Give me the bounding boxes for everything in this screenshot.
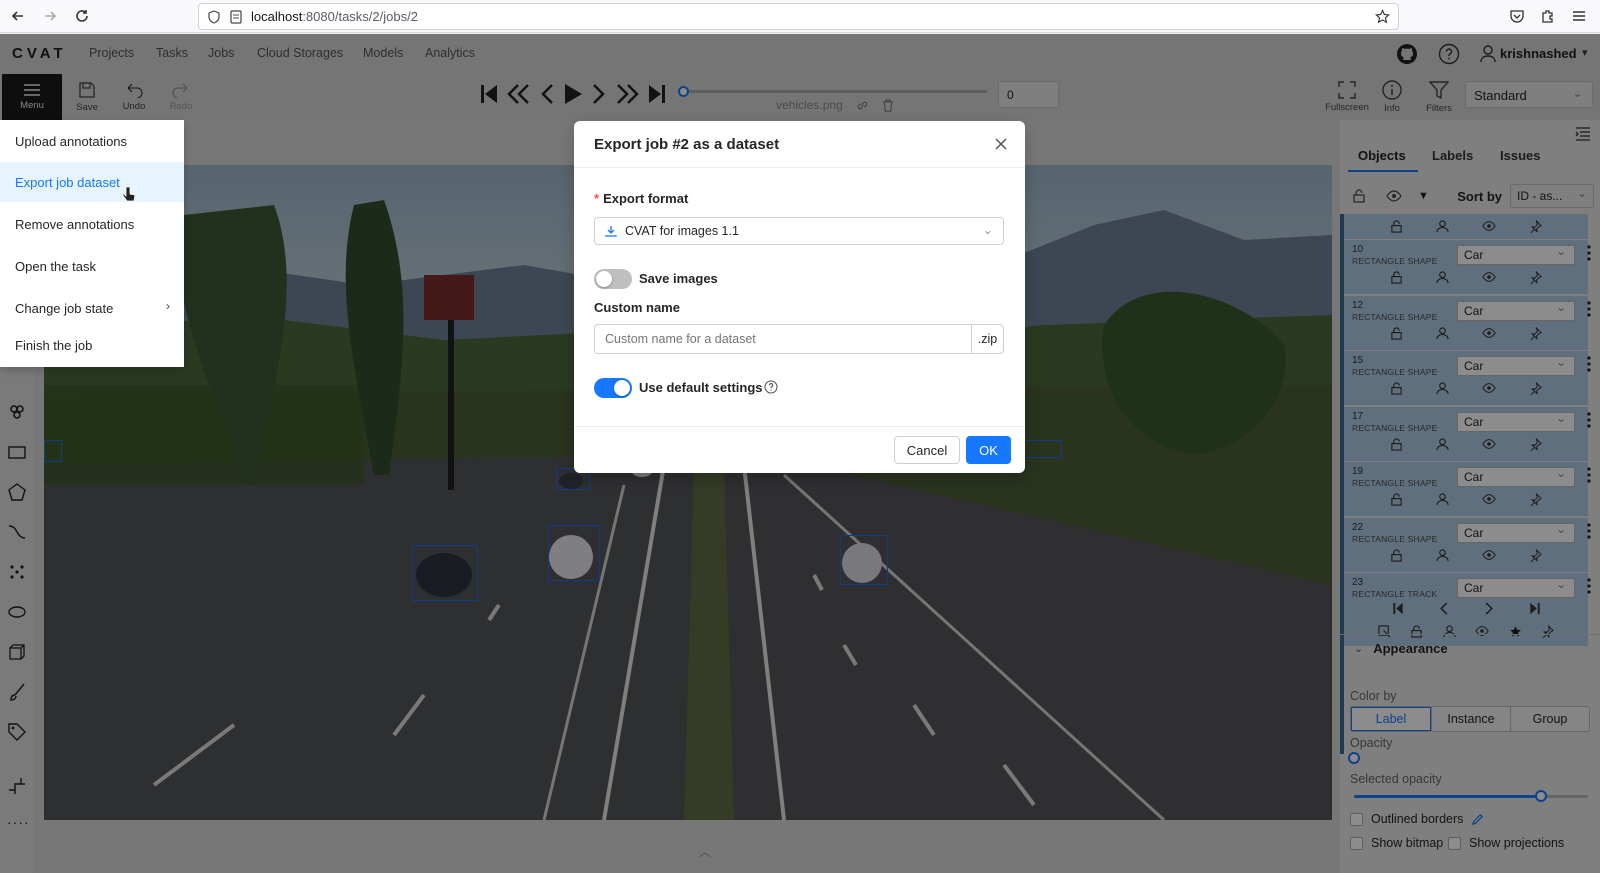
forward-icon[interactable]: [36, 2, 64, 30]
save-images-toggle[interactable]: [594, 269, 632, 289]
menu-change-job-state[interactable]: Change job state ›: [0, 288, 184, 328]
export-format-select[interactable]: CVAT for images 1.1 ⌄: [594, 217, 1004, 245]
change-job-state-label: Change job state: [15, 300, 114, 316]
menu-export-job-dataset[interactable]: Export job dataset: [0, 162, 184, 202]
required-mark: *: [594, 191, 600, 206]
use-default-settings-toggle-knob: [614, 380, 630, 396]
url-text: localhost:8080/tasks/2/jobs/2: [251, 9, 418, 24]
download-icon: [605, 225, 617, 237]
shield-icon: [207, 9, 221, 24]
page-info-icon: [229, 9, 243, 24]
export-format-label-text: Export format: [603, 191, 689, 206]
save-images-label: Save images: [639, 271, 718, 286]
address-bar[interactable]: localhost:8080/tasks/2/jobs/2: [198, 3, 1399, 30]
save-images-toggle-knob: [596, 271, 612, 287]
browser-toolbar: localhost:8080/tasks/2/jobs/2: [0, 0, 1600, 33]
pocket-icon[interactable]: [1509, 8, 1525, 24]
modal-title: Export job #2 as a dataset: [594, 136, 780, 153]
use-default-settings-label: Use default settings: [639, 380, 763, 395]
custom-name-field[interactable]: .zip: [594, 324, 1004, 354]
browser-menu-icon[interactable]: [1571, 8, 1587, 24]
menu-upload-annotations[interactable]: Upload annotations: [0, 121, 184, 161]
modal-header-divider: [574, 167, 1025, 168]
menu-remove-annotations[interactable]: Remove annotations: [0, 204, 184, 244]
job-menu-dropdown: Upload annotations Export job dataset Re…: [0, 120, 184, 367]
cancel-button[interactable]: Cancel: [894, 436, 960, 464]
custom-name-label: Custom name: [594, 300, 680, 315]
export-format-value: CVAT for images 1.1: [625, 224, 739, 238]
extensions-icon[interactable]: [1540, 8, 1556, 24]
use-default-settings-toggle[interactable]: [594, 378, 632, 398]
back-icon[interactable]: [4, 2, 32, 30]
chevron-down-icon: ⌄: [982, 223, 993, 237]
ok-button[interactable]: OK: [966, 436, 1011, 464]
export-format-label: * Export format: [594, 191, 688, 206]
reload-icon[interactable]: [68, 2, 96, 30]
menu-open-task[interactable]: Open the task: [0, 246, 184, 286]
menu-finish-job[interactable]: Finish the job: [0, 325, 184, 365]
close-icon[interactable]: [994, 137, 1010, 153]
chevron-right-icon: ›: [166, 299, 170, 313]
modal-footer-divider: [574, 426, 1025, 427]
custom-name-input[interactable]: [605, 332, 955, 346]
help-circle-icon[interactable]: [764, 380, 778, 394]
zip-suffix: .zip: [971, 325, 1003, 353]
cursor-hand-icon: [122, 186, 136, 204]
bookmark-star-icon[interactable]: [1375, 9, 1390, 24]
export-dataset-modal: Export job #2 as a dataset * Export forma…: [574, 121, 1025, 473]
